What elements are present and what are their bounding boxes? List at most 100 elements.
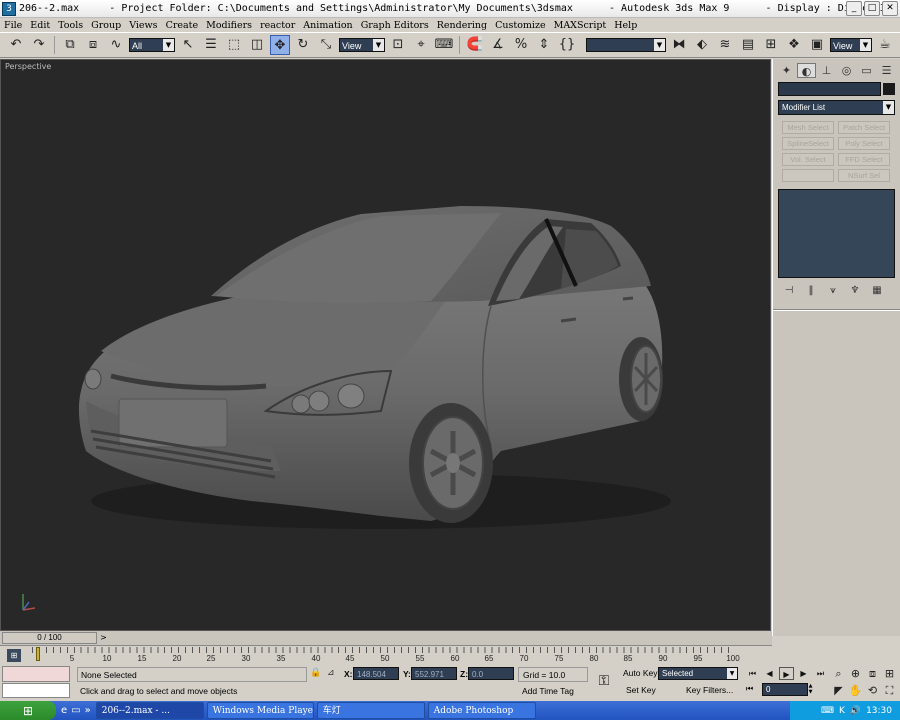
nsurf-sel-button[interactable]: NSurf Sel [838,169,890,182]
pan-icon[interactable]: ✋ [847,683,864,699]
perspective-viewport[interactable]: Perspective [0,59,771,631]
y-coordinate-field[interactable]: 552.971 [411,667,457,680]
keyboard-shortcut-override-icon[interactable]: ⌨ [434,35,454,55]
key-mode-toggle-icon[interactable]: ⏮ [746,684,753,694]
x-coordinate-field[interactable]: 148.504 [353,667,399,680]
schematic-view-icon[interactable]: ⊞ [761,35,781,55]
create-tab-icon[interactable]: ✦ [777,63,796,78]
menu-create[interactable]: Create [162,20,203,31]
zoom-all-icon[interactable]: ⊕ [847,666,864,682]
modifier-list-dropdown[interactable]: Modifier List ▼ [778,100,895,115]
render-preset-dropdown[interactable]: View ▼ [830,38,872,52]
select-and-move-icon[interactable]: ✥ [270,35,290,55]
field-of-view-icon[interactable]: ◤ [830,683,847,699]
task-3dsmax[interactable]: 206--2.max - ... [95,702,204,719]
menu-maxscript[interactable]: MAXScript [550,20,611,31]
display-tab-icon[interactable]: ▭ [857,63,876,78]
select-by-name-icon[interactable]: ☰ [201,35,221,55]
material-editor-icon[interactable]: ❖ [784,35,804,55]
window-crossing-icon[interactable]: ◫ [247,35,267,55]
z-coordinate-field[interactable]: 0.0 [468,667,514,680]
current-frame-marker[interactable] [36,647,40,661]
curve-editor-icon[interactable]: ▤ [738,35,758,55]
menu-graph-editors[interactable]: Graph Editors [357,20,433,31]
mesh-select-button[interactable]: Mesh Select [782,121,834,134]
zoom-extents-all-icon[interactable]: ⊞ [881,666,898,682]
frame-spinner[interactable]: ▲ ▼ [807,683,814,696]
menu-group[interactable]: Group [87,20,125,31]
selection-lock-icon[interactable]: 🔒 [310,668,321,678]
selection-filter-dropdown[interactable]: All ▼ [129,38,175,52]
use-pivot-center-icon[interactable]: ⊡ [388,35,408,55]
hierarchy-tab-icon[interactable]: ⊥ [817,63,836,78]
next-frame-icon[interactable]: ▶ [796,667,811,680]
poly-select-button[interactable]: Poly Select [838,137,890,150]
reference-coordinate-dropdown[interactable]: View ▼ [339,38,385,52]
3dsmax-app-icon[interactable]: 3 [2,1,16,16]
quick-launch-more-icon[interactable]: » [85,705,91,716]
zoom-extents-icon[interactable]: ⧈ [864,666,881,682]
select-and-rotate-icon[interactable]: ↻ [293,35,313,55]
select-and-scale-icon[interactable]: ⤡ [316,35,336,55]
show-desktop-icon[interactable]: ▭ [71,705,80,716]
remove-modifier-icon[interactable]: ♆ [847,284,863,298]
maxscript-listener-bottom[interactable] [2,683,70,698]
menu-edit[interactable]: Edit [26,20,54,31]
ie-icon[interactable]: e [61,705,67,716]
menu-views[interactable]: Views [125,20,161,31]
menu-customize[interactable]: Customize [491,20,549,31]
undo-icon[interactable]: ↶ [6,35,26,55]
absolute-mode-icon[interactable]: ⊿ [327,668,335,678]
select-object-icon[interactable]: ↖ [178,35,198,55]
menu-help[interactable]: Help [610,20,641,31]
percent-snap-icon[interactable]: % [511,35,531,55]
show-end-result-icon[interactable]: ‖ [803,284,819,298]
utilities-tab-icon[interactable]: ☰ [877,63,896,78]
bind-to-space-warp-icon[interactable]: ∿ [106,35,126,55]
menu-reactor[interactable]: reactor [256,20,299,31]
vol-select-button[interactable]: Vol. Select [782,153,834,166]
angle-snap-icon[interactable]: ∡ [488,35,508,55]
make-unique-icon[interactable]: ⩛ [825,284,841,298]
snaps-toggle-icon[interactable]: 🧲 [465,35,485,55]
menu-tools[interactable]: Tools [54,20,87,31]
menu-modifiers[interactable]: Modifiers [202,20,256,31]
time-slider-thumb[interactable]: 0 / 100 [2,632,97,644]
pin-stack-icon[interactable]: ⊣ [781,284,797,298]
clock[interactable]: 13:30 [866,706,892,716]
align-icon[interactable]: ⬖ [692,35,712,55]
maximize-button[interactable]: □ [864,1,880,16]
previous-frame-icon[interactable]: ◀ [762,667,777,680]
track-bar[interactable]: ⊞ 5 10 15 20 25 30 35 40 45 50 55 60 65 … [0,645,772,665]
redo-icon[interactable]: ↷ [29,35,49,55]
set-key-button[interactable]: Set Key [626,685,656,695]
menu-file[interactable]: File [0,20,26,31]
render-setup-icon[interactable]: ▣ [807,35,827,55]
motion-tab-icon[interactable]: ◎ [837,63,856,78]
input-method-icon[interactable]: ⌨ [821,706,834,716]
patch-select-button[interactable]: Patch Select [838,121,890,134]
edit-named-selection-icon[interactable]: {} [557,35,577,55]
modify-tab-icon[interactable]: ◐ [797,63,816,78]
maximize-viewport-icon[interactable]: ⛶ [881,683,898,699]
maxscript-listener-top[interactable] [2,666,70,682]
task-media-player[interactable]: Windows Media Player [206,702,314,719]
open-mini-curve-editor-icon[interactable]: ⊞ [7,649,21,662]
start-button[interactable]: ⊞ [0,701,56,720]
chevron-right-icon[interactable]: > [98,632,109,644]
task-folder[interactable]: 车灯 [316,702,425,719]
car-model[interactable] [1,60,772,632]
mirror-icon[interactable]: ⧓ [669,35,689,55]
minimize-button[interactable]: _ [846,1,862,16]
empty-modifier-button[interactable] [782,169,834,182]
ffd-select-button[interactable]: FFD Select [838,153,890,166]
play-icon[interactable]: ▶ [779,667,794,680]
spinner-snap-icon[interactable]: ⇕ [534,35,554,55]
task-photoshop[interactable]: Adobe Photoshop [427,702,536,719]
configure-sets-icon[interactable]: ▦ [869,284,885,298]
quick-render-icon[interactable]: ☕ [875,35,895,55]
add-time-tag-button[interactable]: Add Time Tag [518,684,588,698]
object-color-swatch[interactable] [883,83,895,95]
key-filters-button[interactable]: Key Filters... [686,685,733,695]
auto-key-button[interactable]: Auto Key [623,668,658,678]
